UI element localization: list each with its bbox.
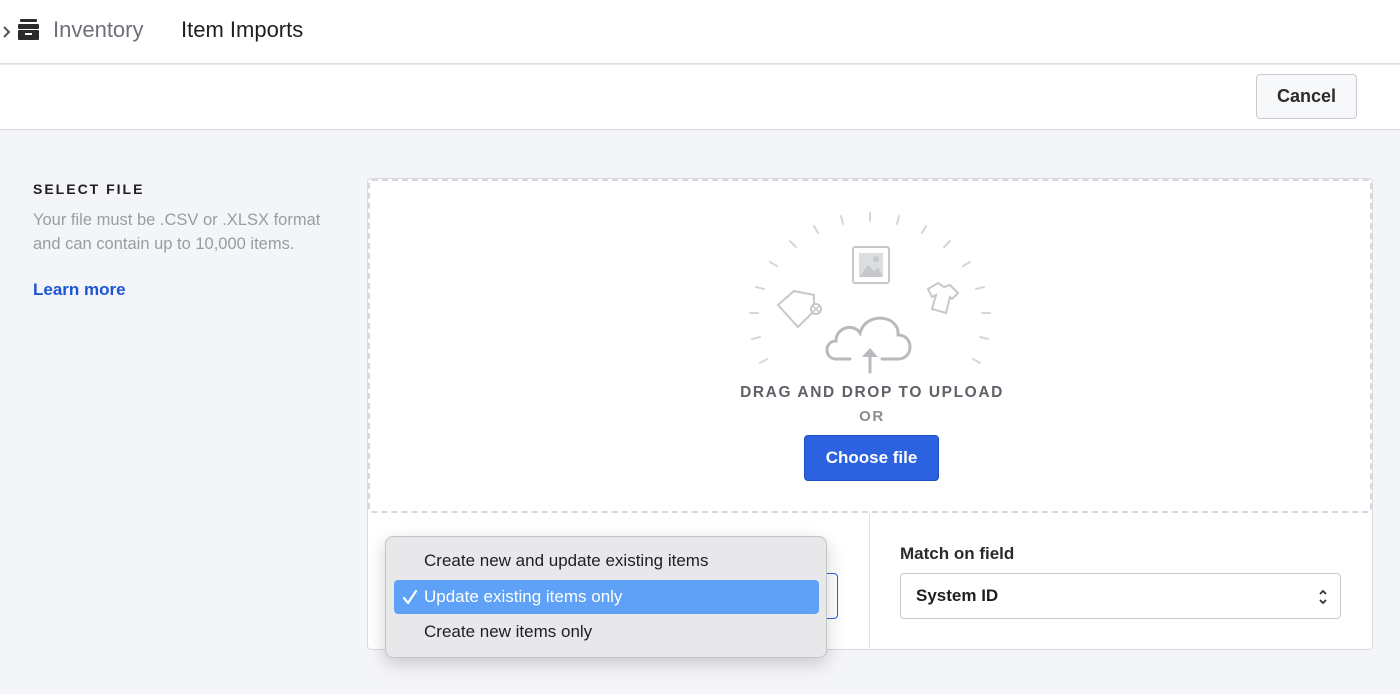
choose-file-button[interactable]: Choose file — [804, 435, 939, 481]
top-bar: Inventory Item Imports — [0, 0, 1400, 64]
action-bar: Cancel — [0, 65, 1400, 130]
match-field-select[interactable]: System ID — [900, 573, 1341, 619]
cancel-button[interactable]: Cancel — [1256, 74, 1357, 119]
drag-drop-text: DRAG AND DROP TO UPLOAD — [740, 384, 1004, 401]
checkmark-icon — [403, 589, 417, 605]
image-icon — [852, 246, 890, 284]
option-create-and-update[interactable]: Create new and update existing items — [394, 544, 819, 578]
learn-more-link[interactable]: Learn more — [33, 280, 126, 300]
breadcrumb-inventory[interactable]: Inventory — [53, 17, 144, 43]
option-label: Create new items only — [424, 622, 593, 641]
file-dropzone[interactable]: DRAG AND DROP TO UPLOAD OR Choose file — [368, 179, 1372, 513]
section-title: SELECT FILE — [33, 181, 145, 197]
match-field-label: Match on field — [900, 544, 1015, 563]
chevron-updown-icon — [1319, 589, 1327, 605]
import-mode-dropdown: Create new and update existing items Upd… — [385, 536, 827, 658]
inventory-drawer-icon — [18, 19, 39, 40]
section-description: Your file must be .CSV or .XLSX format a… — [33, 211, 321, 253]
option-update-only[interactable]: Update existing items only — [394, 580, 819, 614]
cloud-upload-icon — [825, 316, 912, 374]
match-field-value: System ID — [916, 586, 999, 605]
or-text: OR — [859, 408, 885, 425]
option-label: Create new and update existing items — [424, 551, 709, 570]
option-label: Update existing items only — [424, 587, 623, 606]
divider — [869, 513, 870, 649]
option-create-only[interactable]: Create new items only — [394, 615, 819, 649]
tag-icon — [776, 289, 822, 329]
chevron-right-icon — [3, 25, 11, 38]
breadcrumb-current: Item Imports — [181, 17, 304, 42]
upload-illustration — [749, 212, 991, 374]
shirt-icon — [926, 281, 960, 315]
